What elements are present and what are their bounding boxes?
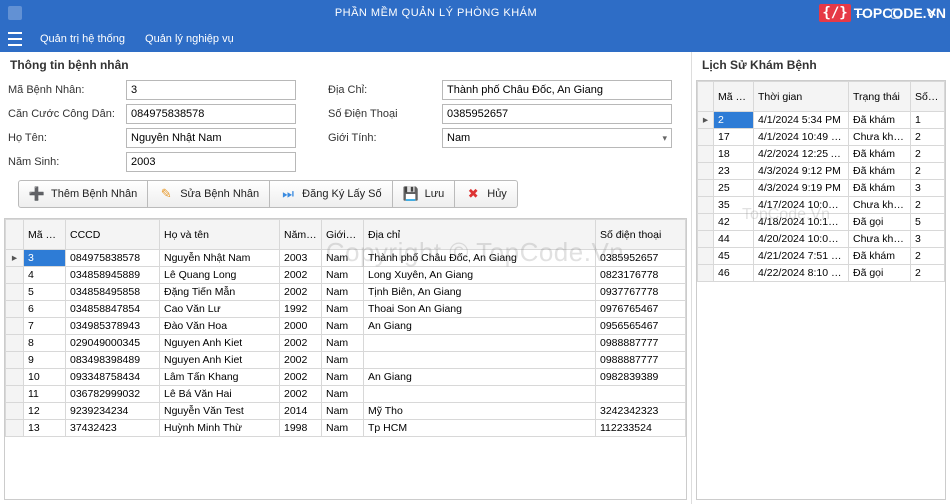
save-button[interactable]: 💾 Lưu — [393, 180, 456, 208]
forward-icon: ⏭ — [280, 186, 296, 202]
history-grid[interactable]: Mã Khám Bệnh Thời gian Trạng thái Số thứ… — [696, 80, 946, 500]
window-title: PHẦN MỀM QUẢN LÝ PHÒNG KHÁM — [30, 7, 842, 19]
table-row[interactable]: 444/20/2024 10:03 PMChưa khám3 — [698, 231, 945, 248]
table-row[interactable]: 11036782999032Lê Bá Văn Hai2002Nam — [6, 386, 686, 403]
button-bar: ➕ Thêm Bệnh Nhân ✎ Sửa Bệnh Nhân ⏭ Đăng … — [18, 180, 683, 208]
table-row[interactable]: ▸24/1/2024 5:34 PMĐã khám1 — [698, 112, 945, 129]
cancel-icon: ✖ — [465, 186, 481, 202]
input-addr[interactable] — [442, 80, 672, 100]
cancel-button[interactable]: ✖ Hủy — [455, 180, 518, 208]
menu-business[interactable]: Quản lý nghiệp vụ — [135, 33, 244, 45]
label-addr: Địa Chỉ: — [304, 84, 434, 96]
table-row[interactable]: 464/22/2024 8:10 PMĐã gọi2 — [698, 265, 945, 282]
save-icon: 💾 — [403, 186, 419, 202]
col-addr[interactable]: Địa chỉ — [364, 220, 596, 250]
table-row[interactable]: 424/18/2024 10:19 PMĐã gọi5 — [698, 214, 945, 231]
table-row[interactable]: 354/17/2024 10:03 PMChưa khám2 — [698, 197, 945, 214]
input-birth[interactable] — [126, 152, 296, 172]
hcol-time[interactable]: Thời gian — [754, 82, 849, 112]
patients-grid[interactable]: Mã Bệnh Nhân CCCD Họ và tên Năm sinh Giớ… — [4, 218, 687, 500]
menu-system[interactable]: Quản trị hệ thống — [30, 33, 135, 45]
title-bar: PHẦN MỀM QUẢN LÝ PHÒNG KHÁM – ▢ ✕ — [0, 0, 950, 26]
label-gender: Giới Tính: — [304, 132, 434, 144]
table-row[interactable]: 1337432423Huỳnh Minh Thừ1998NamTp HCM112… — [6, 420, 686, 437]
table-row[interactable]: ▸3084975838578Nguyễn Nhật Nam2003NamThàn… — [6, 250, 686, 267]
table-row[interactable]: 4034858945889Lê Quang Long2002NamLong Xu… — [6, 267, 686, 284]
table-row[interactable]: 8029049000345Nguyen Anh Kiet2002Nam09888… — [6, 335, 686, 352]
col-birth[interactable]: Năm sinh — [280, 220, 322, 250]
table-row[interactable]: 234/3/2024 9:12 PMĐã khám2 — [698, 163, 945, 180]
add-patient-button[interactable]: ➕ Thêm Bệnh Nhân — [18, 180, 148, 208]
label-birth: Năm Sinh: — [8, 156, 118, 168]
table-row[interactable]: 184/2/2024 12:25 AMĐã khám2 — [698, 146, 945, 163]
input-name[interactable] — [126, 128, 296, 148]
table-row[interactable]: 174/1/2024 10:49 PMChưa khám2 — [698, 129, 945, 146]
combo-gender-value: Nam — [447, 132, 470, 144]
table-row[interactable]: 5034858495858Đặng Tiến Mẫn2002NamTịnh Bi… — [6, 284, 686, 301]
label-id: Mã Bệnh Nhân: — [8, 84, 118, 96]
hamburger-icon[interactable] — [8, 32, 22, 46]
label-name: Họ Tên: — [8, 132, 118, 144]
table-row[interactable]: 254/3/2024 9:19 PMĐã khám3 — [698, 180, 945, 197]
table-row[interactable]: 10093348758434Lâm Tấn Khang2002NamAn Gia… — [6, 369, 686, 386]
col-gender[interactable]: Giới tính — [322, 220, 364, 250]
patient-info-title: Thông tin bệnh nhân — [0, 52, 691, 78]
patient-form: Mã Bệnh Nhân: Địa Chỉ: Căn Cước Công Dân… — [0, 78, 691, 216]
table-row[interactable]: 6034858847854Cao Văn Lư1992NamThoai Son … — [6, 301, 686, 318]
edit-patient-button[interactable]: ✎ Sửa Bệnh Nhân — [148, 180, 270, 208]
table-row[interactable]: 9083498398489Nguyen Anh Kiet2002Nam09888… — [6, 352, 686, 369]
col-phone[interactable]: Số điện thoại — [596, 220, 686, 250]
history-title: Lịch Sử Khám Bệnh — [692, 52, 950, 78]
menu-bar: Quản trị hệ thống Quản lý nghiệp vụ — [0, 26, 950, 52]
plus-icon: ➕ — [29, 186, 45, 202]
hcol-id[interactable]: Mã Khám Bệnh — [714, 82, 754, 112]
col-id[interactable]: Mã Bệnh Nhân — [24, 220, 66, 250]
label-cccd: Căn Cước Công Dân: — [8, 108, 118, 120]
input-cccd[interactable] — [126, 104, 296, 124]
hcol-status[interactable]: Trạng thái — [849, 82, 911, 112]
col-cccd[interactable]: CCCD — [66, 220, 160, 250]
table-row[interactable]: 454/21/2024 7:51 PMĐã khám2 — [698, 248, 945, 265]
table-row[interactable]: 7034985378943Đào Văn Hoa2000NamAn Giang0… — [6, 318, 686, 335]
input-phone[interactable] — [442, 104, 672, 124]
edit-icon: ✎ — [158, 186, 174, 202]
topcode-logo: {/}TOPCODE.VN — [819, 4, 946, 22]
label-phone: Số Điện Thoại — [304, 108, 434, 120]
app-icon — [8, 6, 22, 20]
combo-gender[interactable]: Nam ▾ — [442, 128, 672, 148]
table-row[interactable]: 129239234234Nguyễn Văn Test2014NamMỹ Tho… — [6, 403, 686, 420]
col-name[interactable]: Họ và tên — [160, 220, 280, 250]
register-button[interactable]: ⏭ Đăng Ký Lấy Số — [270, 180, 393, 208]
input-id[interactable] — [126, 80, 296, 100]
hcol-order[interactable]: Số thứ tự — [911, 82, 945, 112]
chevron-down-icon: ▾ — [662, 133, 667, 144]
